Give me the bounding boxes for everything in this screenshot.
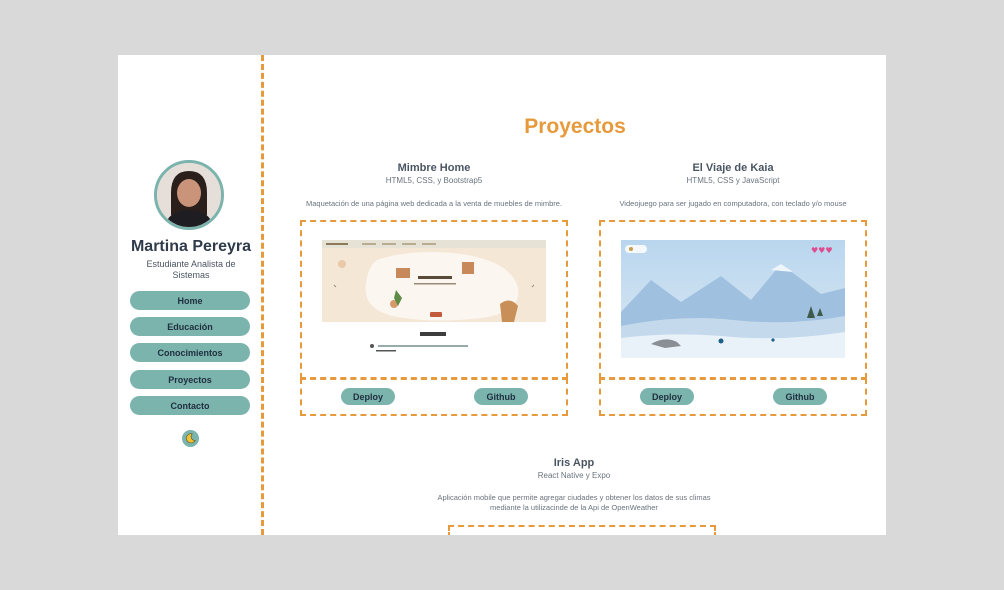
nav-proyectos-button[interactable]: Proyectos	[130, 370, 250, 389]
section-title: Proyectos	[524, 115, 626, 138]
project-title: Mimbre Home	[397, 162, 471, 174]
deploy-button[interactable]: Deploy	[341, 388, 395, 405]
project-title: Iris App	[553, 457, 595, 469]
project-description-line2: mediante la utilizacinde de la Api de Op…	[490, 503, 658, 512]
sidebar: Martina Pereyra Estudiante Analista de S…	[118, 55, 264, 535]
project-description: Maquetación de una página web dedicada a…	[305, 199, 562, 208]
nav-contacto-button[interactable]: Contacto	[130, 396, 250, 415]
projects-section: Proyectos Mimbre Home HTML5, CSS, y Boot…	[264, 55, 886, 535]
nav-home-button[interactable]: Home	[130, 291, 250, 310]
github-button[interactable]: Github	[474, 388, 528, 405]
mimbre-home-screenshot	[322, 240, 546, 358]
project-preview-card: ♥♥♥	[599, 220, 867, 379]
moon-icon	[186, 433, 196, 444]
project-tech: HTML5, CSS, y Bootstrap5	[385, 176, 483, 185]
project-description-line1: Aplicación mobile que permite agregar ci…	[437, 493, 711, 502]
nav-conocimientos-button[interactable]: Conocimientos	[130, 343, 250, 362]
project-links-bar: Deploy Github	[300, 378, 568, 416]
portfolio-window: Martina Pereyra Estudiante Analista de S…	[118, 55, 886, 535]
project-preview-card	[300, 220, 568, 379]
kaia-game-screenshot: ♥♥♥	[621, 240, 845, 358]
lives-hearts: ♥♥♥	[811, 246, 833, 255]
project-tech: React Native y Expo	[537, 471, 611, 480]
profile-name: Martina Pereyra	[130, 238, 252, 255]
avatar	[154, 160, 224, 230]
project-links-bar: Deploy Github	[599, 378, 867, 416]
deploy-button[interactable]: Deploy	[640, 388, 694, 405]
project-tech: HTML5, CSS y JavaScript	[686, 176, 780, 185]
project-preview-card	[448, 525, 716, 535]
theme-toggle-button[interactable]	[182, 430, 199, 447]
project-title: El Viaje de Kaia	[692, 162, 774, 174]
nav-educacion-button[interactable]: Educación	[130, 317, 250, 336]
profile-subtitle: Estudiante Analista de Sistemas	[146, 259, 236, 280]
github-button[interactable]: Github	[773, 388, 827, 405]
project-description: Videojuego para ser jugado en computador…	[619, 199, 847, 208]
